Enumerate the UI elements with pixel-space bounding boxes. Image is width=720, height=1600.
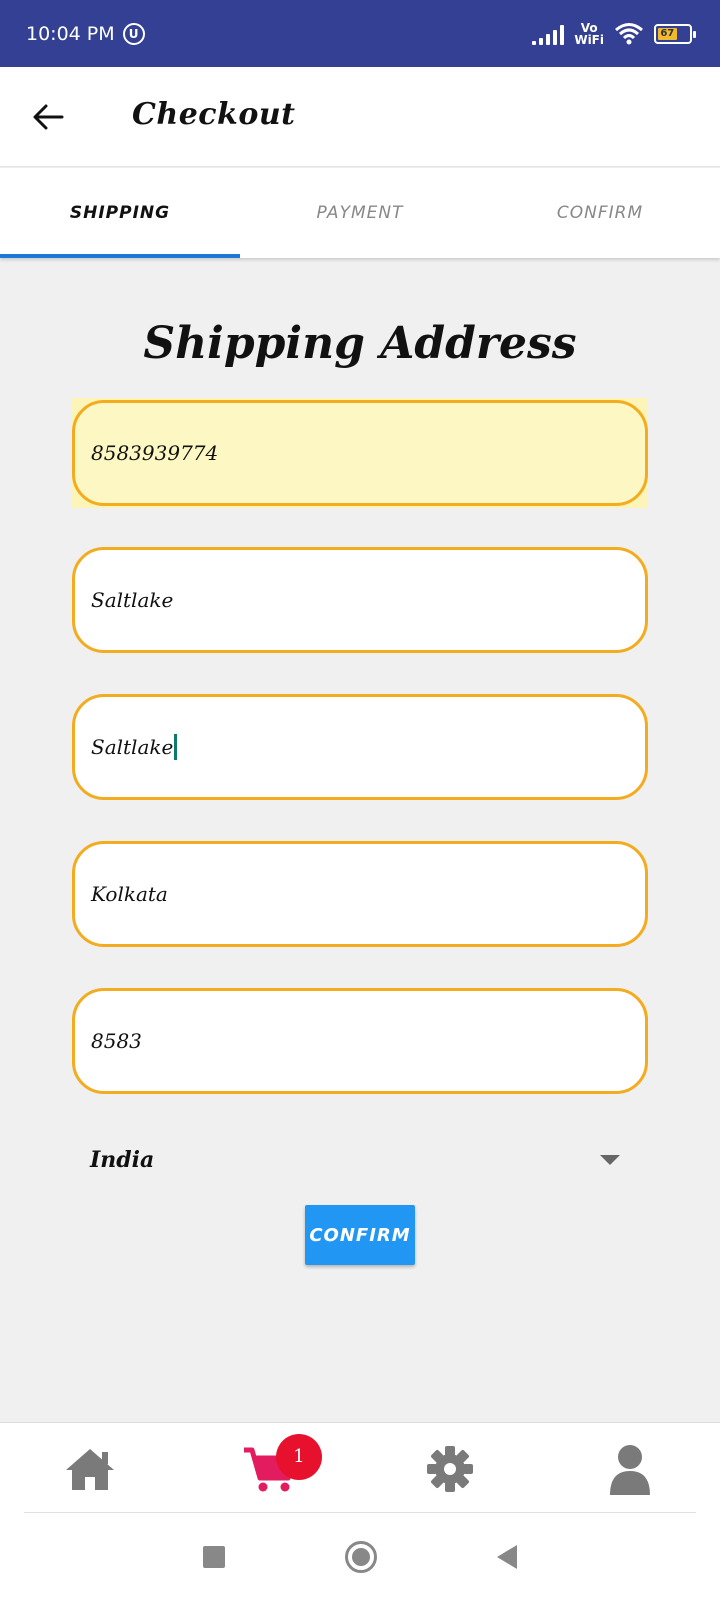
postal-code-field[interactable]: 8583 xyxy=(72,988,648,1094)
tab-shipping[interactable]: SHIPPING xyxy=(0,168,240,258)
wifi-icon xyxy=(615,22,643,44)
phone-field-value: 8583939774 xyxy=(91,441,219,465)
dropdown-arrow-icon xyxy=(600,1155,620,1165)
status-bar: 10:04 PM U Vo WiFi 67 xyxy=(0,0,720,67)
nav-home[interactable] xyxy=(50,1434,130,1504)
address-line1-field[interactable]: Saltlake xyxy=(72,547,648,653)
battery-icon: 67 xyxy=(654,23,696,44)
app-bar: Checkout xyxy=(0,67,720,167)
page-title: Checkout xyxy=(132,97,296,132)
back-button[interactable] xyxy=(28,97,68,137)
country-select[interactable]: India xyxy=(90,1140,620,1180)
city-value: Kolkata xyxy=(91,882,168,906)
nav-cart[interactable]: 1 xyxy=(230,1433,322,1504)
gear-icon xyxy=(427,1445,473,1492)
home-icon xyxy=(66,1448,114,1490)
status-time: 10:04 PM xyxy=(26,22,115,45)
city-field[interactable]: Kolkata xyxy=(72,841,648,947)
user-icon xyxy=(610,1444,650,1495)
address-line2-value: Saltlake xyxy=(91,735,174,759)
signal-icon xyxy=(532,23,565,45)
tab-payment[interactable]: PAYMENT xyxy=(240,168,480,258)
postal-code-value: 8583 xyxy=(91,1029,142,1053)
nav-settings[interactable] xyxy=(410,1434,490,1504)
confirm-button[interactable]: CONFIRM xyxy=(305,1205,415,1265)
vowifi-label: Vo WiFi xyxy=(574,20,604,47)
home-circle-icon[interactable] xyxy=(345,1540,377,1573)
recents-icon[interactable] xyxy=(203,1545,225,1568)
status-right: Vo WiFi 67 xyxy=(532,20,696,47)
battery-level: 67 xyxy=(658,27,677,40)
status-left: 10:04 PM U xyxy=(26,22,145,45)
cart-badge: 1 xyxy=(276,1433,322,1480)
phone-field[interactable]: 8583939774 xyxy=(72,400,648,506)
address-line1-value: Saltlake xyxy=(91,588,174,612)
arrow-left-icon xyxy=(33,104,64,130)
nav-profile[interactable] xyxy=(590,1434,670,1504)
form-title: Shipping Address xyxy=(143,318,577,369)
system-back-icon[interactable] xyxy=(497,1544,517,1569)
bottom-nav: 1 xyxy=(0,1422,720,1514)
address-line2-field[interactable]: Saltlake xyxy=(72,694,648,800)
system-nav-bar xyxy=(0,1513,720,1600)
data-saver-icon: U xyxy=(122,22,145,45)
tab-confirm[interactable]: CONFIRM xyxy=(480,168,720,258)
country-value: India xyxy=(90,1147,155,1173)
text-cursor xyxy=(174,734,178,760)
checkout-tabs: SHIPPING PAYMENT CONFIRM xyxy=(0,168,720,258)
